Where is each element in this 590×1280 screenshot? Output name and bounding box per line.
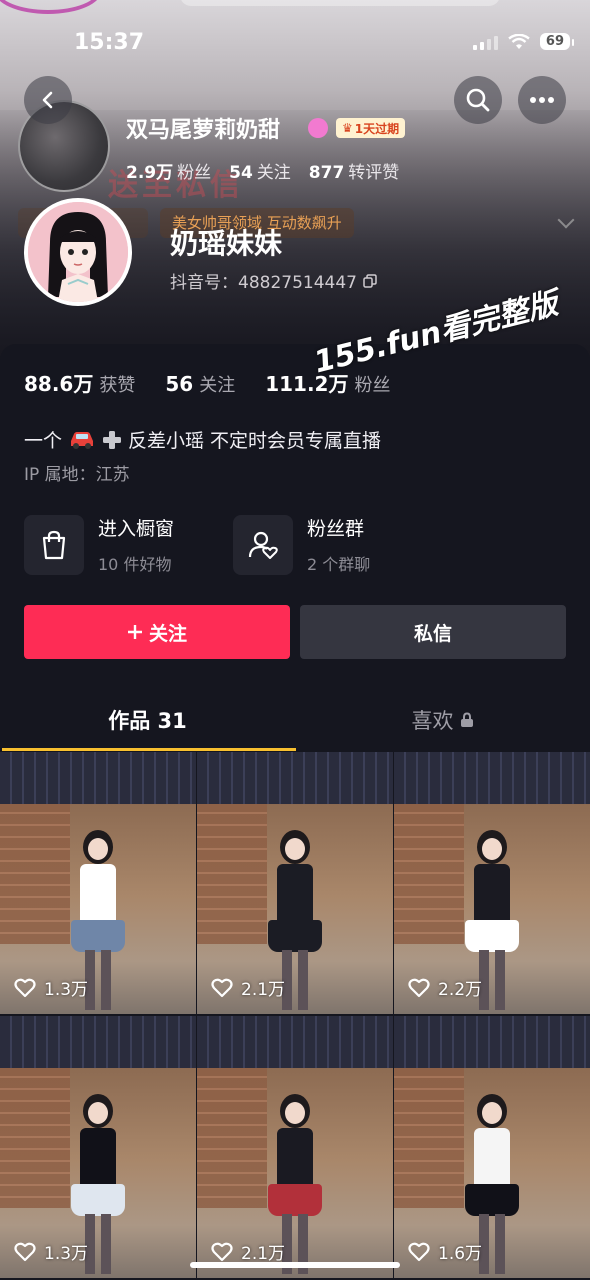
background-profile-name: 双马尾萝莉奶甜 xyxy=(126,118,281,143)
car-icon xyxy=(71,431,94,449)
bio-text: 反差小瑶 不定时会员专属直播 xyxy=(128,430,382,452)
vip-badge: ♛ 1天过期 xyxy=(336,118,406,138)
ip-location: IP 属地：江苏 xyxy=(24,465,130,485)
fan-group-title: 粉丝群 xyxy=(307,518,365,540)
verified-icon xyxy=(308,118,328,138)
video-thumbnail[interactable]: 1.3万 xyxy=(0,1016,196,1278)
plus-icon xyxy=(103,430,122,449)
showcase-subtitle: 10 件好物 xyxy=(98,555,172,574)
avatar-illustration xyxy=(28,202,128,302)
status-time: 15:37 xyxy=(74,30,145,55)
heart-icon xyxy=(14,978,36,997)
video-likes: 2.2万 xyxy=(408,975,482,1000)
more-icon xyxy=(530,97,554,103)
shopping-bag-icon xyxy=(24,514,84,575)
video-thumbnail[interactable]: 2.2万 xyxy=(394,752,590,1014)
video-likes-count: 2.1万 xyxy=(241,980,286,1000)
profile-avatar[interactable] xyxy=(24,198,132,306)
video-likes: 2.1万 xyxy=(211,975,285,1000)
signal-icon xyxy=(472,34,498,50)
thumbnail-ceiling xyxy=(394,1016,590,1068)
search-icon xyxy=(466,88,490,112)
thumbnail-figure xyxy=(260,802,330,1010)
background-stats: 2.9万 粉丝 54 关注 877 转评赞 xyxy=(126,158,399,183)
bio-prefix: 一个 xyxy=(24,430,63,452)
thumbnail-wall xyxy=(197,1068,267,1208)
lock-icon xyxy=(460,712,473,727)
video-likes-count: 1.3万 xyxy=(44,980,89,1000)
tab-indicator xyxy=(2,748,296,751)
video-likes-count: 1.6万 xyxy=(438,1244,483,1264)
thumbnail-figure xyxy=(63,1066,133,1274)
bg-stat-following: 54 关注 xyxy=(229,163,291,183)
video-likes-count: 1.3万 xyxy=(44,1244,89,1264)
showcase-entry[interactable]: 进入橱窗 10 件好物 xyxy=(24,514,174,575)
content-tabs: 作品 31 喜欢 xyxy=(0,690,590,752)
thumbnail-wall xyxy=(394,1068,464,1208)
follow-button[interactable]: 关注 xyxy=(24,605,290,659)
thumbnail-wall xyxy=(394,804,464,944)
fan-group-entry[interactable]: 粉丝群 2 个群聊 xyxy=(233,514,370,575)
wifi-icon xyxy=(508,33,530,50)
tab-likes[interactable]: 喜欢 xyxy=(295,690,590,750)
fan-group-icon xyxy=(233,514,293,575)
crown-icon: ♛ xyxy=(342,121,353,135)
fan-group-subtitle: 2 个群聊 xyxy=(307,555,371,574)
vip-badge-label: 1天过期 xyxy=(354,121,400,136)
video-thumbnail[interactable]: 1.6万 xyxy=(394,1016,590,1278)
thumbnail-ceiling xyxy=(197,752,393,804)
tab-likes-label: 喜欢 xyxy=(411,709,454,733)
home-indicator[interactable] xyxy=(190,1262,400,1268)
heart-icon xyxy=(408,978,430,997)
thumbnail-figure xyxy=(457,1066,527,1274)
douyin-id[interactable]: 抖音号：48827514447 xyxy=(170,268,377,293)
status-icons: 69 xyxy=(472,33,575,50)
douyin-id-text: 抖音号：48827514447 xyxy=(170,273,357,293)
stat-likes[interactable]: 88.6万 获赞 xyxy=(24,368,135,397)
search-button[interactable] xyxy=(454,76,502,124)
video-thumbnail[interactable]: 1.3万 xyxy=(0,752,196,1014)
thumbnail-figure xyxy=(260,1066,330,1274)
video-grid: 1.3万 2.1万 2.2万 1.3万 2.1万 1.6万 xyxy=(0,752,590,1278)
message-button[interactable]: 私信 xyxy=(300,605,566,659)
video-likes: 1.3万 xyxy=(14,975,88,1000)
thumbnail-figure xyxy=(457,802,527,1010)
plus-icon xyxy=(127,625,142,639)
heart-icon xyxy=(211,1242,233,1261)
follow-label: 关注 xyxy=(148,622,187,645)
heart-icon xyxy=(211,978,233,997)
thumbnail-ceiling xyxy=(0,752,196,804)
thumbnail-figure xyxy=(63,802,133,1010)
showcase-title: 进入橱窗 xyxy=(98,518,175,540)
thumbnail-wall xyxy=(197,804,267,944)
thumbnail-wall xyxy=(0,804,70,944)
video-likes: 1.3万 xyxy=(14,1239,88,1264)
back-arrow-icon xyxy=(42,91,53,109)
copy-icon[interactable] xyxy=(363,273,377,288)
top-decoration-bar xyxy=(180,0,500,6)
bg-stat-interactions: 877 转评赞 xyxy=(308,163,400,183)
thumbnail-ceiling xyxy=(394,752,590,804)
video-likes-count: 2.2万 xyxy=(438,980,483,1000)
tab-works[interactable]: 作品 31 xyxy=(0,690,295,750)
bg-stat-fans: 2.9万 粉丝 xyxy=(126,163,212,183)
thumbnail-wall xyxy=(0,1068,70,1208)
video-thumbnail[interactable]: 2.1万 xyxy=(197,1016,393,1278)
bio: 一个 反差小瑶 不定时会员专属直播 xyxy=(24,426,381,453)
stat-following[interactable]: 56 关注 xyxy=(165,371,235,397)
video-thumbnail[interactable]: 2.1万 xyxy=(197,752,393,1014)
more-button[interactable] xyxy=(518,76,566,124)
thumbnail-ceiling xyxy=(0,1016,196,1068)
video-likes-count: 2.1万 xyxy=(241,1244,286,1264)
heart-icon xyxy=(14,1242,36,1261)
video-likes: 2.1万 xyxy=(211,1239,285,1264)
profile-name: 奶瑶妹妹 xyxy=(170,227,283,260)
back-button[interactable] xyxy=(24,76,72,124)
battery-indicator: 69 xyxy=(539,33,575,50)
thumbnail-ceiling xyxy=(197,1016,393,1068)
heart-icon xyxy=(408,1242,430,1261)
video-likes: 1.6万 xyxy=(408,1239,482,1264)
